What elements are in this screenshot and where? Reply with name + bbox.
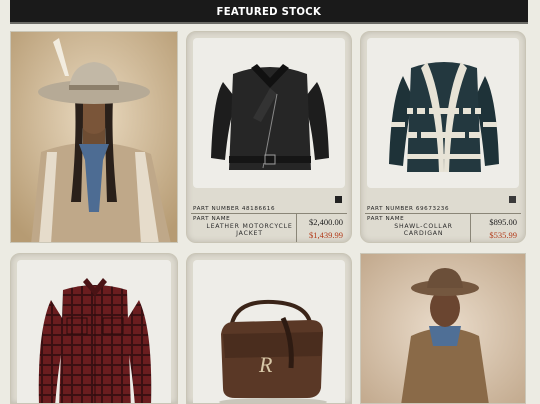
price-cell: $2,400.00 $1,439.99 <box>297 214 347 242</box>
product-card-leather-jacket[interactable]: PART NUMBER 48186616 PART NAME LEATHER M… <box>186 31 352 243</box>
portrait-photo-2[interactable] <box>360 253 526 404</box>
product-card-leather-bag[interactable]: R <box>186 253 352 404</box>
product-info-row: PART NAME SHAWL-COLLAR CARDIGAN $895.00 … <box>365 213 521 242</box>
part-number: PART NUMBER 48186616 <box>193 206 276 212</box>
regular-price: $895.00 <box>489 217 517 227</box>
product-image-frame <box>367 38 519 188</box>
leather-jacket-image <box>211 64 329 170</box>
product-image-frame: R <box>193 260 345 403</box>
leather-bag-image: R <box>219 299 327 403</box>
sale-price: $535.99 <box>489 230 517 240</box>
part-number: PART NUMBER 69673236 <box>367 206 450 212</box>
cardigan-image <box>389 62 499 172</box>
section-title: FEATURED STOCK <box>216 4 322 18</box>
part-name-label: PART NAME <box>367 216 405 222</box>
featured-stock-header: FEATURED STOCK <box>10 0 528 24</box>
price-cell: $895.00 $535.99 <box>471 214 521 242</box>
product-card-flannel-shirt[interactable] <box>10 253 178 404</box>
product-name[interactable]: LEATHER MOTORCYCLE JACKET <box>205 223 294 237</box>
product-image-frame <box>17 260 171 403</box>
color-swatch[interactable] <box>509 196 516 203</box>
svg-text:R: R <box>258 352 273 377</box>
portrait-photo-1[interactable] <box>10 31 178 243</box>
product-info-row: PART NAME LEATHER MOTORCYCLE JACKET $2,4… <box>191 213 347 242</box>
flannel-shirt-image <box>38 278 152 403</box>
product-card-shawl-cardigan[interactable]: PART NUMBER 69673236 PART NAME SHAWL-COL… <box>360 31 526 243</box>
sale-price: $1,439.99 <box>309 230 343 240</box>
product-image-frame <box>193 38 345 188</box>
product-name[interactable]: SHAWL-COLLAR CARDIGAN <box>379 223 468 237</box>
part-name-cell: PART NAME SHAWL-COLLAR CARDIGAN <box>365 214 471 242</box>
color-swatch[interactable] <box>335 196 342 203</box>
part-name-cell: PART NAME LEATHER MOTORCYCLE JACKET <box>191 214 297 242</box>
regular-price: $2,400.00 <box>309 217 343 227</box>
part-name-label: PART NAME <box>193 216 231 222</box>
